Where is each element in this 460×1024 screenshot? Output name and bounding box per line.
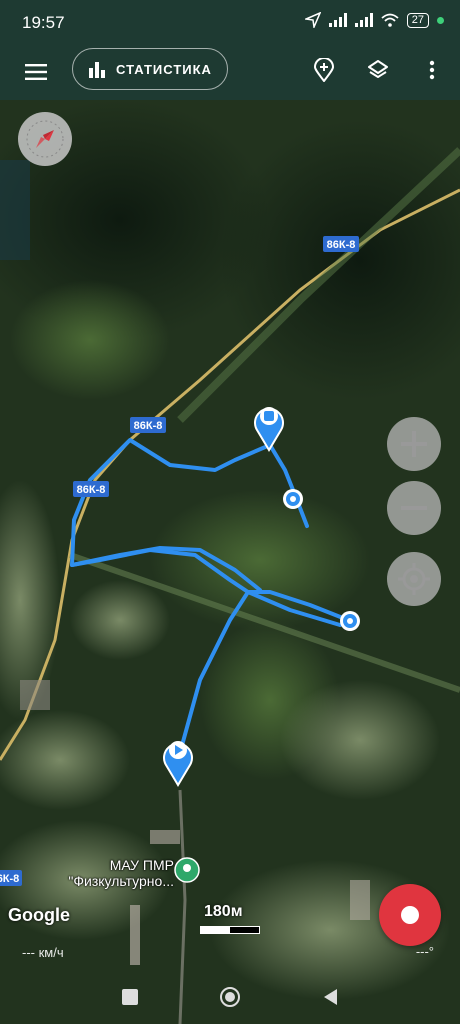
scale-bar [200, 926, 260, 934]
recents-button[interactable] [117, 984, 143, 1010]
svg-text:86К-8: 86К-8 [134, 420, 163, 432]
svg-text:6К-8: 6К-8 [0, 873, 19, 885]
signal-icon [328, 13, 347, 27]
plus-icon [401, 431, 427, 457]
wifi-icon [381, 13, 399, 27]
my-location-button[interactable] [387, 552, 441, 606]
road-label: 86К-8 [73, 481, 109, 497]
circle-icon [220, 987, 240, 1007]
road-label: 86К-8 [130, 417, 166, 433]
poi-label-line2: "Физкультурно... [68, 873, 174, 889]
zoom-in-button[interactable] [387, 417, 441, 471]
compass-icon [26, 120, 64, 158]
record-button[interactable] [379, 884, 441, 946]
privacy-indicator-icon [437, 16, 444, 24]
statistics-button[interactable]: СТАТИСТИКА [72, 48, 228, 90]
system-nav-bar [0, 970, 460, 1024]
svg-text:86К-8: 86К-8 [327, 239, 356, 251]
more-vert-icon [429, 60, 435, 80]
zoom-out-button[interactable] [387, 481, 441, 535]
record-icon [401, 906, 419, 924]
minus-icon [401, 506, 427, 510]
add-location-icon [313, 58, 335, 82]
top-bar: СТАТИСТИКА [0, 44, 460, 100]
statistics-label: СТАТИСТИКА [116, 61, 212, 77]
layers-button[interactable] [360, 52, 396, 88]
battery-icon: 27 [406, 12, 429, 28]
google-logo: Google [8, 905, 70, 925]
status-bar: 19:57 27 [0, 0, 460, 44]
menu-button[interactable] [18, 54, 54, 90]
poi-label[interactable]: МАУ ПМР "Физкультурно... [48, 857, 174, 889]
heading-readout: ---° [415, 944, 434, 959]
compass-button[interactable] [18, 112, 72, 166]
poi-label-line1: МАУ ПМР [109, 857, 174, 873]
status-time: 19:57 [22, 13, 65, 32]
add-waypoint-button[interactable] [306, 52, 342, 88]
road-label: 86К-8 [323, 236, 359, 252]
back-button[interactable] [317, 984, 343, 1010]
gps-target-icon [398, 563, 430, 595]
layers-icon [368, 60, 388, 78]
home-button[interactable] [217, 984, 243, 1010]
more-options-button[interactable] [414, 52, 450, 88]
speed-readout: --- км/ч [22, 945, 64, 960]
signal-icon [354, 13, 373, 27]
back-triangle-icon [324, 989, 337, 1005]
hamburger-menu-icon [25, 64, 47, 80]
svg-text:86К-8: 86К-8 [77, 484, 106, 496]
scale-label: 180м [204, 903, 243, 920]
square-icon [122, 989, 138, 1005]
location-arrow-icon [304, 12, 321, 28]
poi-marker[interactable] [174, 857, 200, 883]
road-label: 6К-8 [0, 870, 22, 886]
status-icons: 27 [304, 12, 444, 28]
waypoint-marker[interactable] [340, 611, 360, 631]
bar-chart-icon [89, 62, 106, 78]
waypoint-marker[interactable] [283, 489, 303, 509]
